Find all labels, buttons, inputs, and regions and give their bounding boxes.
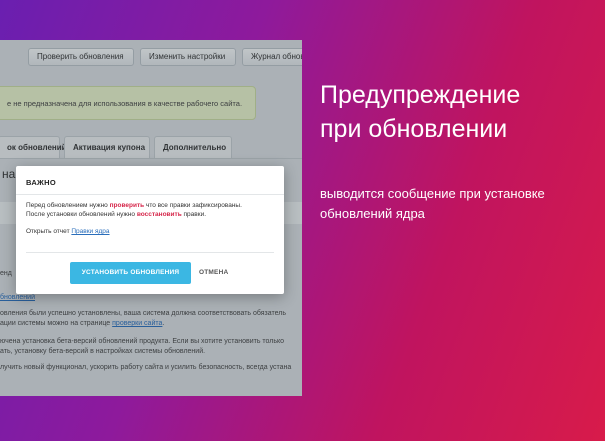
bg-text-line-5: лучить новый функционал, ускорить работу…	[0, 364, 292, 371]
tab-coupon-activation[interactable]: Активация купона	[64, 136, 150, 158]
page-heading: Предупреждение при обновлении	[320, 78, 590, 146]
modal-line-1: Перед обновлением нужно проверить что вс…	[26, 202, 242, 209]
subtext-line-1: выводится сообщение при установке	[320, 186, 545, 201]
change-settings-button[interactable]: Изменить настройки	[140, 48, 236, 66]
tab-divider	[0, 158, 302, 159]
warning-modal: ВАЖНО Перед обновлением нужно проверить …	[16, 166, 284, 294]
update-log-button[interactable]: Журнал обновлений	[242, 48, 302, 66]
page-subtext: выводится сообщение при установке обновл…	[320, 184, 595, 224]
bg-text-line-1: овления были успешно установлены, ваша с…	[0, 310, 286, 317]
bg-text-line-4: ать, установку бета-версий в настройках …	[0, 348, 206, 355]
heading-line-2: при обновлении	[320, 115, 508, 143]
modal-line-2-highlight: восстановить	[136, 211, 182, 218]
updates-link[interactable]: бновлений	[0, 294, 35, 301]
modal-line-2-before: После установки обновлений нужно	[26, 211, 137, 218]
bg-text-line-2: ации системы можно на странице проверки …	[0, 320, 164, 327]
check-updates-button[interactable]: Проверить обновления	[28, 48, 134, 66]
modal-divider-top	[16, 194, 284, 195]
cancel-button[interactable]: ОТМЕНА	[199, 262, 228, 284]
toolbar: Проверить обновления Изменить настройки …	[0, 48, 302, 66]
modal-line-2: После установки обновлений нужно восстан…	[26, 211, 206, 218]
modal-line-2-after: правки.	[181, 211, 207, 218]
install-updates-button[interactable]: УСТАНОВИТЬ ОБНОВЛЕНИЯ	[70, 262, 191, 284]
open-report-text: Открыть отчет	[26, 228, 72, 235]
modal-divider-bottom	[26, 252, 274, 253]
fragment-text: енд	[0, 270, 12, 277]
core-edits-report-link[interactable]: Правки ядра	[71, 228, 109, 235]
modal-line-1-highlight: проверить	[109, 202, 145, 209]
modal-report-line: Открыть отчет Правки ядра	[26, 228, 110, 235]
modal-line-1-after: что все правки зафиксированы.	[144, 202, 242, 209]
site-check-link[interactable]: проверки сайта	[112, 320, 162, 327]
notice-banner: е не предназначена для использования в к…	[0, 86, 256, 120]
tab-additional[interactable]: Дополнительно	[154, 136, 232, 158]
modal-line-1-before: Перед обновлением нужно	[26, 202, 110, 209]
bg-text-line-2-text: ации системы можно на странице	[0, 320, 113, 327]
screenshot-panel: Проверить обновления Изменить настройки …	[0, 40, 302, 396]
heading-line-1: Предупреждение	[320, 81, 521, 109]
modal-title: ВАЖНО	[26, 178, 56, 187]
subtext-line-2: обновлений ядра	[320, 206, 425, 221]
bg-text-line-2-end: .	[162, 320, 165, 327]
bg-text-line-3: ючена установка бета-версий обновлений п…	[0, 338, 285, 345]
tab-updates-list[interactable]: ок обновлений	[0, 136, 67, 158]
